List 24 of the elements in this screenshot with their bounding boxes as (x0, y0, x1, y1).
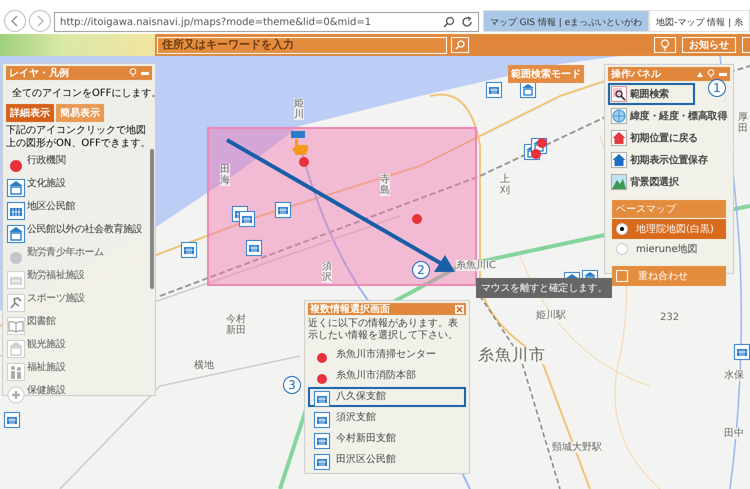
map-place-label: 須沢 (322, 261, 332, 283)
panel-title: 操作パネル (611, 68, 661, 81)
map-place-label: 今村新田 (226, 314, 246, 336)
mode-label: 範囲検索モード (508, 65, 584, 83)
tooltip: マウスを離すと確定します。 (476, 278, 612, 298)
basemap-title: ベースマップ (612, 200, 726, 219)
dialog-message: 近くに以下の情報があります。表示したい情報を選択して下さい。 (308, 318, 459, 342)
panel-title: レイヤ・凡例 (9, 66, 69, 80)
map-place-label: 姫川駅 (536, 310, 566, 321)
instruction-text: 下記のアイコンクリックで地図上の図形がON、OFFできます。 (6, 125, 152, 150)
map-place-label: 上刈 (500, 174, 510, 196)
map-place-label: 水保 (724, 370, 744, 381)
map-place-label: 寺島 (380, 174, 390, 196)
map-place-label: 姫川 (294, 98, 304, 120)
map-place-label: 糸魚川IC (456, 260, 496, 271)
dialog-title: 複数情報選択画面 (310, 302, 390, 316)
map-place-label: 厚田 (738, 112, 748, 134)
map-place-label: 田海 (220, 164, 230, 186)
map-place-label: 田中 (724, 428, 744, 439)
map-place-label: 頸城大野駅 (552, 442, 602, 453)
url-text: http://itoigawa.naisnavi.jp/maps?mode=theme&lid=0&mid=1 (60, 16, 372, 28)
map-place-label: 横地 (194, 360, 214, 371)
map-place-label: 232 (660, 312, 680, 323)
map-place-label: 糸魚川市 (478, 346, 546, 364)
